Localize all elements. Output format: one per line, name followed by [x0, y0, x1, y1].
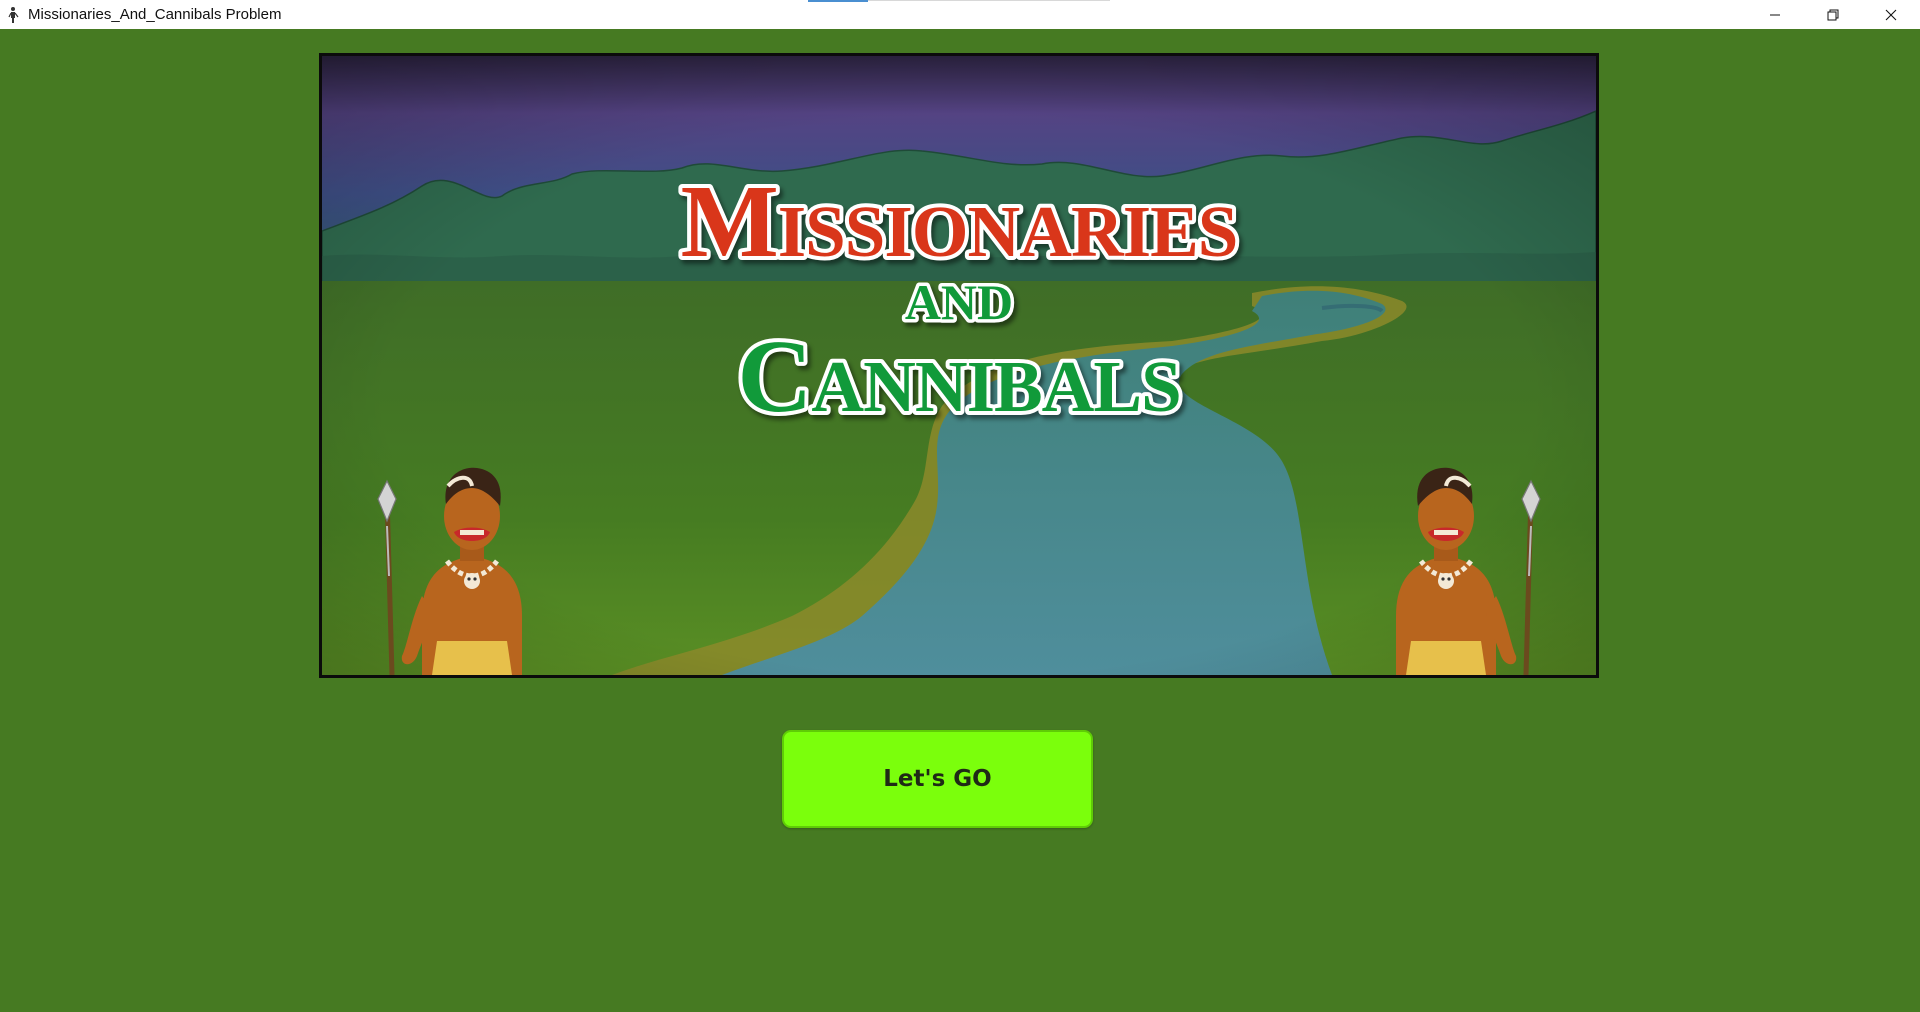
titlebar-divider	[868, 0, 1110, 1]
minimize-button[interactable]	[1746, 0, 1804, 29]
restore-button[interactable]	[1804, 0, 1862, 29]
close-button[interactable]	[1862, 0, 1920, 29]
title-banner: Missionaries and Cannibals	[319, 53, 1599, 678]
restore-icon	[1827, 9, 1839, 21]
lets-go-button[interactable]: Let's GO	[782, 730, 1093, 828]
minimize-icon	[1769, 9, 1781, 21]
banner-scene: Missionaries and Cannibals	[322, 56, 1596, 675]
window-controls	[1746, 0, 1920, 29]
title-cannibals: Cannibals	[737, 319, 1180, 434]
window-title: Missionaries_And_Cannibals Problem	[28, 6, 282, 23]
person-walking-icon	[6, 6, 20, 24]
window-titlebar[interactable]: Missionaries_And_Cannibals Problem	[0, 0, 1920, 29]
close-icon	[1885, 9, 1897, 21]
titlebar-accent	[808, 0, 868, 2]
